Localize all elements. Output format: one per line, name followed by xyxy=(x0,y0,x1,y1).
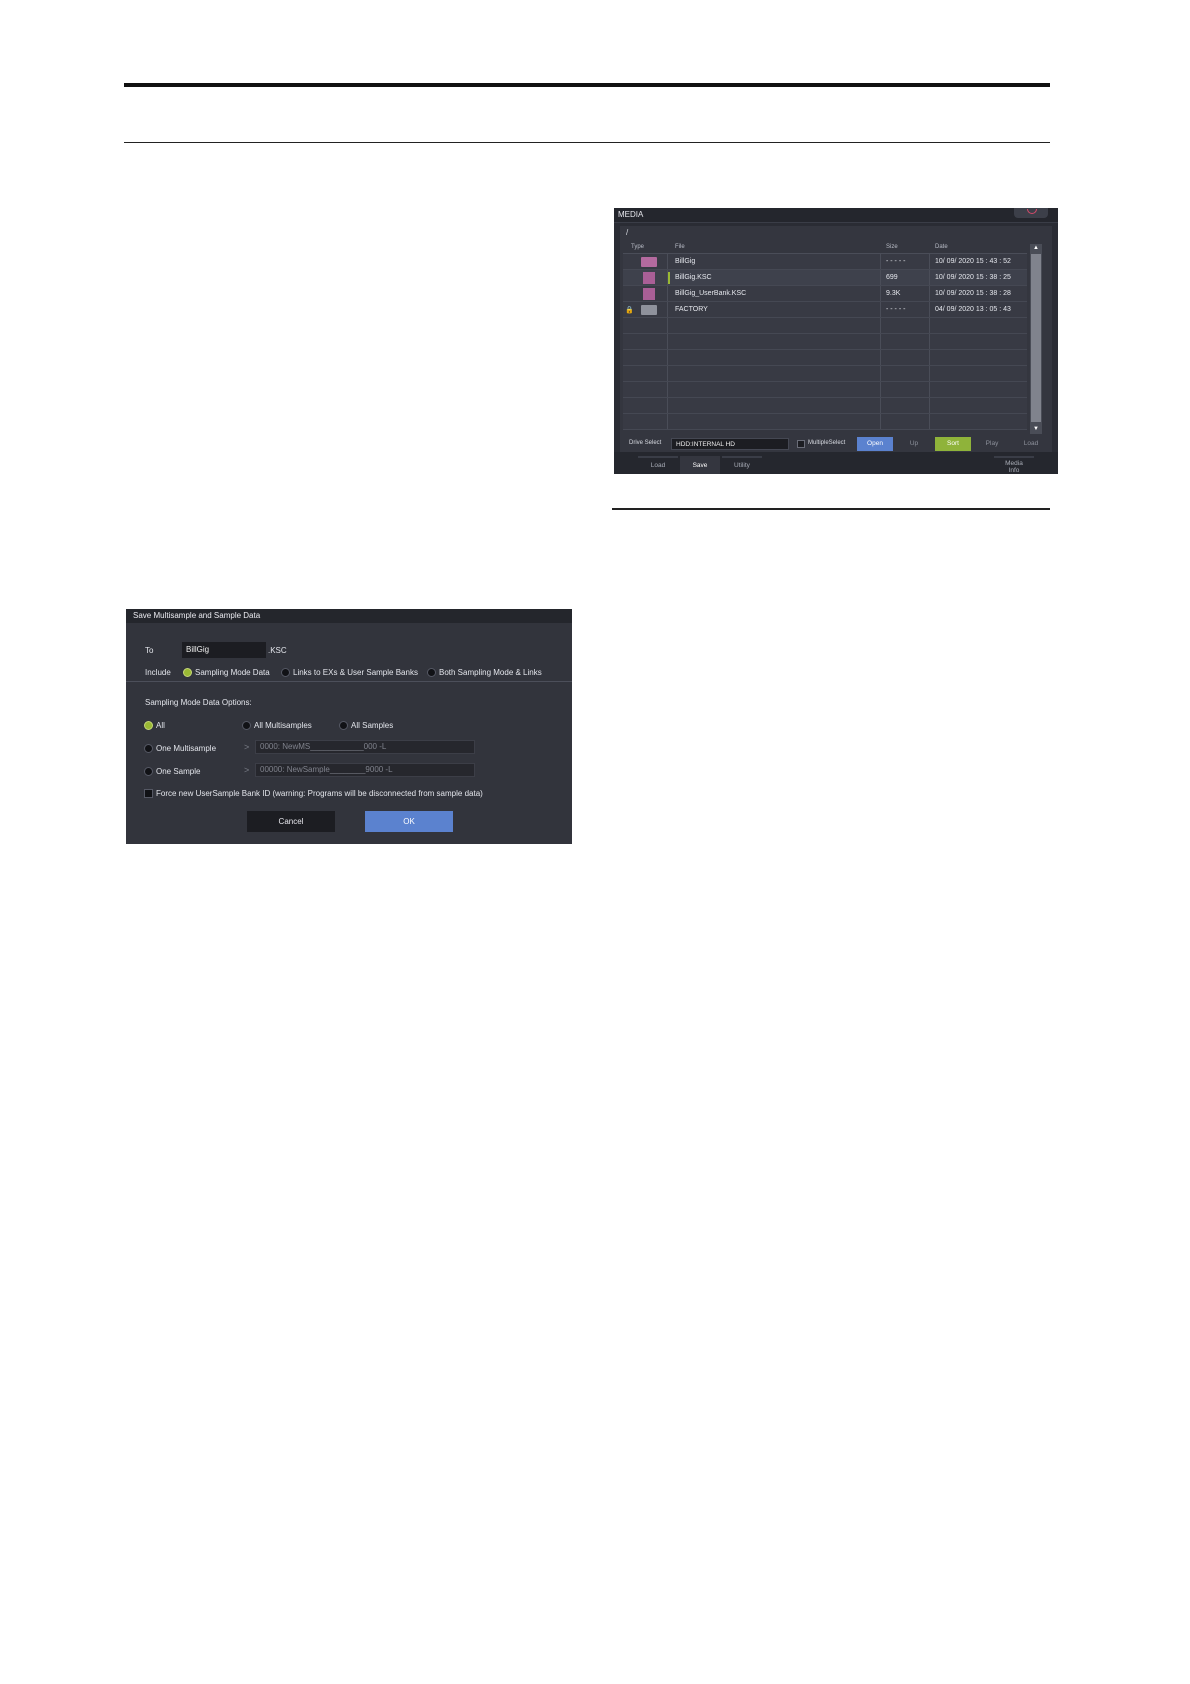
filename-field[interactable]: BillGig xyxy=(182,642,266,658)
radio-both[interactable] xyxy=(427,668,436,677)
file-table-header: Type File Size Date xyxy=(623,243,1027,254)
media-title: MEDIA xyxy=(618,210,644,219)
exit-button[interactable] xyxy=(1014,208,1048,218)
ksc-file-icon xyxy=(643,288,655,300)
radio-all[interactable] xyxy=(144,721,153,730)
lock-icon: 🔒 xyxy=(625,307,634,314)
column-date[interactable]: Date xyxy=(935,244,948,250)
scrollbar-thumb[interactable] xyxy=(1031,254,1041,422)
to-label: To xyxy=(145,646,154,655)
include-option-label: Links to EXs & User Sample Banks xyxy=(293,668,418,677)
media-tabs: Load Save Utility Media Info xyxy=(614,452,1058,474)
save-dialog: Save Multisample and Sample Data To Bill… xyxy=(126,609,572,844)
file-row-billgig-ksc[interactable]: BillGig.KSC 699 10/ 09/ 2020 15 : 38 : 2… xyxy=(623,270,1027,286)
tab-media-info[interactable]: Media Info xyxy=(994,456,1034,474)
scope-option-label: All Multisamples xyxy=(254,721,312,730)
file-row-factory[interactable]: 🔒 FACTORY - - - - - 04/ 09/ 2020 13 : 05… xyxy=(623,302,1027,318)
browser-controls: Drive Select HDD:INTERNAL HD MultipleSel… xyxy=(626,434,1046,454)
multisample-selector[interactable]: 0000: NewMS____________000 -L xyxy=(255,740,475,754)
empty-row xyxy=(623,318,1027,334)
tab-load[interactable]: Load xyxy=(638,456,678,474)
dialog-title-bar: Save Multisample and Sample Data xyxy=(126,609,572,623)
multiple-select-label: MultipleSelect xyxy=(808,440,846,446)
sort-button[interactable]: Sort xyxy=(935,437,971,451)
file-date: 10/ 09/ 2020 15 : 38 : 25 xyxy=(935,274,1011,281)
radio-sampling-mode-data[interactable] xyxy=(183,668,192,677)
tab-media-info-line2: Info xyxy=(1008,467,1020,474)
folder-icon xyxy=(641,257,657,267)
file-size: - - - - - xyxy=(886,306,906,313)
media-screen: MEDIA / Type File Size Date BillGig - - … xyxy=(614,208,1058,474)
folder-icon xyxy=(641,305,657,315)
tab-media-info-line1: Media xyxy=(1005,460,1023,467)
radio-links[interactable] xyxy=(281,668,290,677)
file-list-scrollbar[interactable]: ▲ ▼ xyxy=(1030,244,1042,434)
tab-save[interactable]: Save xyxy=(680,456,720,474)
file-size: 9.3K xyxy=(886,290,901,297)
radio-all-multisamples[interactable] xyxy=(242,721,251,730)
section-rule xyxy=(612,508,1050,510)
header-rule-thin xyxy=(124,142,1050,143)
chevron-right-icon[interactable]: > xyxy=(244,742,249,752)
options-heading: Sampling Mode Data Options: xyxy=(145,698,252,707)
empty-row xyxy=(623,350,1027,366)
media-title-bar: MEDIA xyxy=(614,208,1058,223)
empty-row xyxy=(623,382,1027,398)
tab-utility[interactable]: Utility xyxy=(722,456,762,474)
scope-option-label: All xyxy=(156,721,165,730)
radio-all-samples[interactable] xyxy=(339,721,348,730)
empty-row xyxy=(623,414,1027,430)
file-name: BillGig xyxy=(675,258,696,265)
exit-icon xyxy=(1027,209,1037,214)
chevron-right-icon[interactable]: > xyxy=(244,765,249,775)
up-button[interactable]: Up xyxy=(896,437,932,451)
radio-one-multisample[interactable] xyxy=(144,744,153,753)
one-multisample-label: One Multisample xyxy=(156,744,217,753)
scope-option-label: All Samples xyxy=(351,721,394,730)
ksc-file-icon xyxy=(643,272,655,284)
file-browser: / Type File Size Date BillGig - - - - - … xyxy=(620,226,1052,466)
force-bank-id-checkbox[interactable] xyxy=(144,789,153,798)
drive-select[interactable]: HDD:INTERNAL HD xyxy=(671,438,789,450)
radio-one-sample[interactable] xyxy=(144,767,153,776)
file-row-billgig-userbank[interactable]: BillGig_UserBank.KSC 9.3K 10/ 09/ 2020 1… xyxy=(623,286,1027,302)
cancel-button[interactable]: Cancel xyxy=(247,811,335,832)
file-name: BillGig.KSC xyxy=(675,274,712,281)
empty-row xyxy=(623,366,1027,382)
dialog-title: Save Multisample and Sample Data xyxy=(133,611,261,620)
drive-select-label: Drive Select xyxy=(629,440,662,446)
column-type[interactable]: Type xyxy=(631,244,644,250)
extension-label: .KSC xyxy=(268,646,287,655)
file-size: - - - - - xyxy=(886,258,906,265)
file-date: 04/ 09/ 2020 13 : 05 : 43 xyxy=(935,306,1011,313)
file-size: 699 xyxy=(886,274,898,281)
header-rule-thick xyxy=(124,83,1050,87)
multiple-select-checkbox[interactable] xyxy=(797,440,805,448)
load-button[interactable]: Load xyxy=(1013,437,1049,451)
file-name: FACTORY xyxy=(675,306,708,313)
file-row-billgig[interactable]: BillGig - - - - - 10/ 09/ 2020 15 : 43 :… xyxy=(623,254,1027,270)
sample-selector[interactable]: 00000: NewSample________9000 -L xyxy=(255,763,475,777)
scroll-up-icon[interactable]: ▲ xyxy=(1030,244,1042,253)
column-size[interactable]: Size xyxy=(886,244,898,250)
force-bank-id-label: Force new UserSample Bank ID (warning: P… xyxy=(156,789,483,798)
file-date: 10/ 09/ 2020 15 : 38 : 28 xyxy=(935,290,1011,297)
selection-indicator xyxy=(668,272,670,284)
scroll-down-icon[interactable]: ▼ xyxy=(1030,425,1042,434)
empty-row xyxy=(623,334,1027,350)
file-date: 10/ 09/ 2020 15 : 43 : 52 xyxy=(935,258,1011,265)
open-button[interactable]: Open xyxy=(857,437,893,451)
empty-row xyxy=(623,398,1027,414)
ok-button[interactable]: OK xyxy=(365,811,453,832)
include-label: Include xyxy=(145,668,171,677)
file-table: Type File Size Date BillGig - - - - - 10… xyxy=(623,243,1027,430)
current-path: / xyxy=(626,228,629,237)
divider xyxy=(126,681,572,682)
play-button[interactable]: Play xyxy=(974,437,1010,451)
one-sample-label: One Sample xyxy=(156,767,201,776)
column-file[interactable]: File xyxy=(675,244,685,250)
include-option-label: Both Sampling Mode & Links xyxy=(439,668,542,677)
include-option-label: Sampling Mode Data xyxy=(195,668,270,677)
file-name: BillGig_UserBank.KSC xyxy=(675,290,747,297)
